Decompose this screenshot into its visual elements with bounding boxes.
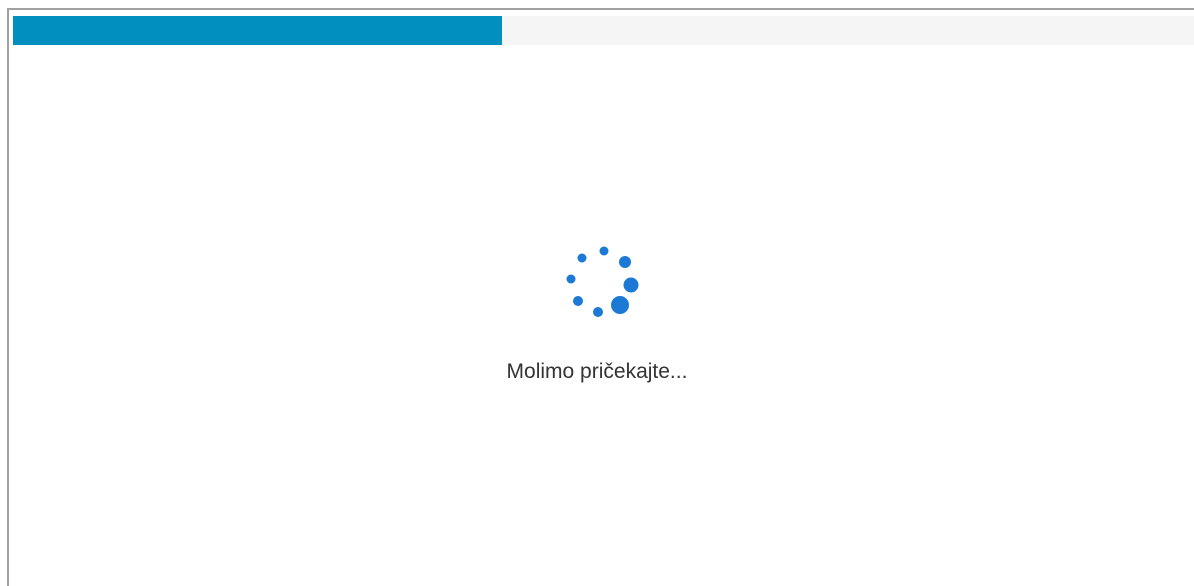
page-frame bbox=[7, 8, 1194, 586]
progress-bar-fill bbox=[13, 16, 502, 45]
progress-bar bbox=[13, 16, 1194, 45]
loading-message: Molimo pričekajte... bbox=[506, 360, 688, 383]
